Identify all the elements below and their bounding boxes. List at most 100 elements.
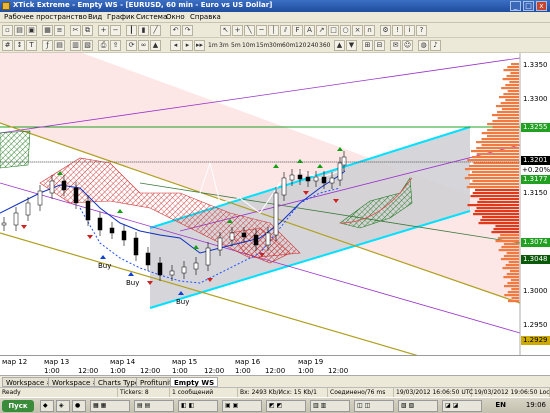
delete-icon[interactable]: × — [352, 25, 363, 36]
sync-icon[interactable]: ⟳ — [126, 40, 137, 51]
help-icon[interactable]: ? — [416, 25, 427, 36]
minimize-button[interactable]: _ — [510, 1, 521, 11]
lock-icon[interactable]: ▲ — [150, 40, 161, 51]
profile-icon[interactable]: ▧ — [82, 40, 93, 51]
ts-icon[interactable]: T — [26, 40, 37, 51]
fib-icon[interactable]: F — [292, 25, 303, 36]
down-icon[interactable]: ▼ — [346, 40, 357, 51]
menu-item-workspace[interactable]: Рабочее пространство — [4, 13, 87, 21]
trendline-icon[interactable]: ╲ — [244, 25, 255, 36]
print-icon[interactable]: ⎙ — [98, 40, 109, 51]
timeframe-5m[interactable]: 5m — [231, 40, 241, 51]
price-tag-green: 1.3048 — [521, 255, 550, 264]
user-icon[interactable]: ☺ — [402, 40, 413, 51]
undo-icon[interactable]: ↶ — [170, 25, 181, 36]
open-icon[interactable]: ▤ — [14, 25, 25, 36]
layout-icon[interactable]: ⊞ — [362, 40, 373, 51]
candle-body — [61, 180, 67, 191]
forward-icon[interactable]: ▸ — [182, 40, 193, 51]
volume-profile-bar — [507, 291, 519, 294]
timeframe-3m[interactable]: 3m — [219, 40, 229, 51]
volume-icon[interactable]: ▥ — [70, 40, 81, 51]
alert-icon[interactable]: ! — [392, 25, 403, 36]
time-label: 1:00 — [235, 367, 251, 375]
quicklaunch-icon[interactable]: ● — [72, 400, 86, 412]
ellipse-icon[interactable]: ○ — [340, 25, 351, 36]
taskbar-app-button[interactable]: ◩ ◩ — [266, 400, 306, 412]
menu-item-window[interactable]: Окно — [166, 13, 185, 21]
zoom-out-icon[interactable]: − — [110, 25, 121, 36]
back-icon[interactable]: ◂ — [170, 40, 181, 51]
export-icon[interactable]: ⇪ — [110, 40, 121, 51]
menu-item-view[interactable]: Вид — [88, 13, 102, 21]
info-icon[interactable]: i — [404, 25, 415, 36]
menu-item-chart[interactable]: График — [107, 13, 135, 21]
timeframe-360[interactable]: 360 — [319, 40, 330, 51]
quicklaunch-icon[interactable]: ◈ — [56, 400, 70, 412]
menu-item-help[interactable]: Справка — [190, 13, 221, 21]
candle-icon[interactable]: ▮ — [138, 25, 149, 36]
price-tag-yellow: 1.2929 — [521, 336, 550, 345]
crosshair-icon[interactable]: + — [232, 25, 243, 36]
cursor-icon[interactable]: ↖ — [220, 25, 231, 36]
magnet-icon[interactable]: ∩ — [364, 25, 375, 36]
new-icon[interactable]: ▫ — [2, 25, 13, 36]
timeframe-120[interactable]: 120 — [295, 40, 306, 51]
taskbar-app-button[interactable]: ◪ ◪ — [442, 400, 482, 412]
line-icon[interactable]: ╱ — [150, 25, 161, 36]
scale-icon[interactable]: ↕ — [14, 40, 25, 51]
cut-icon[interactable]: ✂ — [70, 25, 81, 36]
timeframe-60m[interactable]: 60m — [282, 40, 295, 51]
chart-area[interactable]: Buy Buy Buy 1.3350 1.3300 1.3255 1.3201 … — [0, 53, 550, 355]
bell-icon[interactable]: ♪ — [430, 40, 441, 51]
candle-body — [145, 252, 151, 266]
volume-profile-bar — [501, 108, 519, 111]
timeframe-15m[interactable]: 15m — [256, 40, 269, 51]
indicator-icon[interactable]: ƒ — [42, 40, 53, 51]
timeframe-1m[interactable]: 1m — [208, 40, 218, 51]
ticker-icon[interactable]: ≡ — [54, 25, 65, 36]
rect-icon[interactable]: □ — [328, 25, 339, 36]
mail-icon[interactable]: ✉ — [390, 40, 401, 51]
vline-icon[interactable]: │ — [268, 25, 279, 36]
link-icon[interactable]: ∞ — [138, 40, 149, 51]
taskbar-app-button[interactable]: ◧ ◧ — [178, 400, 218, 412]
close-button[interactable]: x — [536, 1, 547, 11]
tile-icon[interactable]: ⊟ — [374, 40, 385, 51]
taskbar-app-button[interactable]: ▧ ▧ — [398, 400, 438, 412]
quicklaunch-icon[interactable]: ◆ — [40, 400, 54, 412]
timeframe-10m[interactable]: 10m — [242, 40, 255, 51]
arrow-icon[interactable]: ↗ — [316, 25, 327, 36]
taskbar-app-button[interactable]: ▣ ▣ — [222, 400, 262, 412]
taskbar-app-button[interactable]: ▦ ▦ — [90, 400, 130, 412]
chart-icon[interactable]: ▦ — [42, 25, 53, 36]
timeframe-30m[interactable]: 30m — [269, 40, 282, 51]
start-button[interactable]: Пуск — [2, 400, 34, 412]
taskbar-app-button[interactable]: ▥ ▥ — [310, 400, 350, 412]
settings-icon[interactable]: ⚙ — [380, 25, 391, 36]
timeframe-240[interactable]: 240 — [307, 40, 318, 51]
text-icon[interactable]: A — [304, 25, 315, 36]
globe-icon[interactable]: ◍ — [418, 40, 429, 51]
zoom-in-icon[interactable]: + — [98, 25, 109, 36]
save-icon[interactable]: ▣ — [26, 25, 37, 36]
volume-profile-bar — [500, 102, 519, 105]
end-icon[interactable]: ▸▸ — [194, 40, 205, 51]
up-icon[interactable]: ▲ — [334, 40, 345, 51]
redo-icon[interactable]: ↷ — [182, 25, 193, 36]
maximize-button[interactable]: □ — [523, 1, 534, 11]
menu-item-system[interactable]: Система — [136, 13, 167, 21]
candle-body — [289, 174, 295, 181]
template-icon[interactable]: ▤ — [54, 40, 65, 51]
price-chart[interactable] — [0, 53, 550, 355]
language-indicator[interactable]: EN — [495, 401, 506, 409]
taskbar-app-button[interactable]: ◫ ◫ — [354, 400, 394, 412]
tab-empty-ws[interactable]: Empty WS — [170, 377, 219, 387]
copy-icon[interactable]: ⧉ — [82, 25, 93, 36]
volume-profile-bar — [473, 213, 519, 216]
taskbar-app-button[interactable]: ▤ ▤ — [134, 400, 174, 412]
channel-icon[interactable]: ⫽ — [280, 25, 291, 36]
hline-icon[interactable]: ─ — [256, 25, 267, 36]
grid-icon[interactable]: # — [2, 40, 13, 51]
bar-icon[interactable]: ┃ — [126, 25, 137, 36]
